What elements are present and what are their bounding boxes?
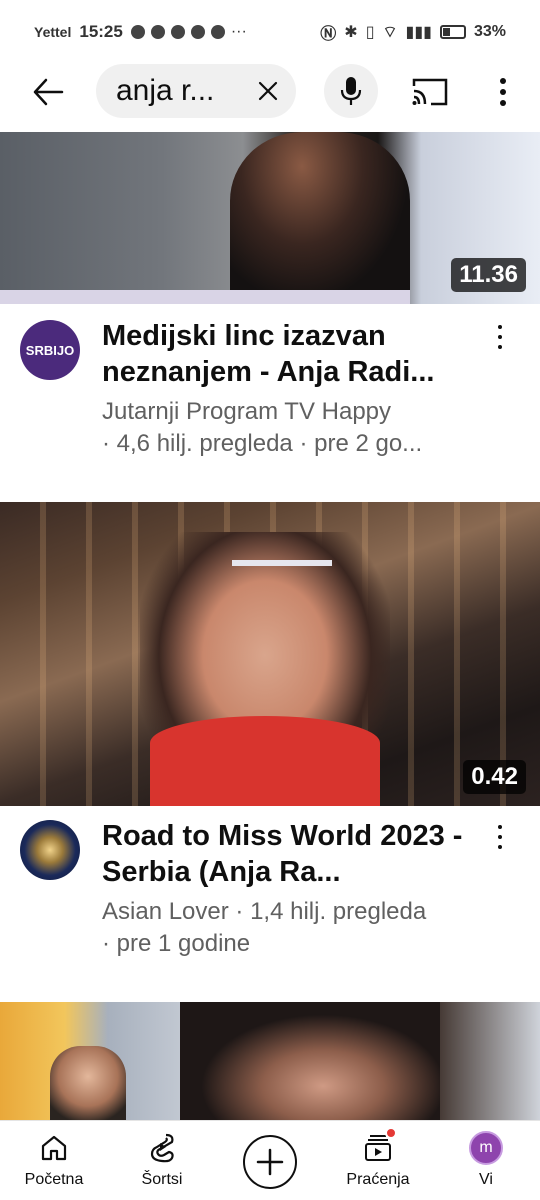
user-avatar-letter: m — [479, 1139, 493, 1156]
thumbnail-dress — [150, 716, 380, 806]
messenger-icon — [170, 25, 185, 39]
video-thumbnail[interactable]: 11.36 — [0, 132, 540, 304]
thumbnail-crown — [232, 510, 332, 566]
battery-icon — [439, 25, 466, 39]
back-button[interactable] — [28, 72, 68, 112]
search-header: anja r... — [0, 64, 540, 122]
mic-icon — [340, 77, 362, 105]
notification-dot — [385, 1127, 397, 1139]
kebab-dot — [498, 835, 502, 839]
nav-you-label: Vi — [479, 1171, 493, 1188]
status-left: Yettel 15:25 ··· — [34, 22, 247, 42]
video-thumbnail[interactable] — [0, 1002, 540, 1122]
carrier-label: Yettel — [34, 24, 72, 40]
bluetooth-icon: ✱ — [344, 24, 358, 41]
status-right: Ⓝ ✱ ▯ ⌔ ▮▮▮ 33% — [320, 20, 506, 44]
create-icon — [256, 1148, 284, 1176]
battery-percent: 33% — [473, 23, 506, 40]
subscriptions-icon — [361, 1127, 397, 1165]
channel-avatar[interactable]: SRBIJO — [20, 320, 80, 380]
bottom-navigation: Početna Šortsi Praćenja m Vi — [0, 1120, 540, 1200]
thumbnail-desk — [0, 290, 410, 304]
thumbnail-person — [230, 132, 410, 304]
nav-you[interactable]: m Vi — [432, 1121, 540, 1200]
channel-avatar[interactable] — [20, 820, 80, 880]
create-button[interactable] — [243, 1135, 297, 1189]
video-title[interactable]: Road to Miss World 2023 - Serbia (Anja R… — [102, 818, 482, 890]
video-title[interactable]: Medijski linc izazvan neznanjem - Anja R… — [102, 318, 482, 390]
signal-icon: ▮▮▮ — [405, 24, 432, 41]
chat-icon — [150, 25, 165, 39]
cast-icon — [412, 78, 448, 106]
video-menu-button[interactable] — [490, 822, 510, 852]
duration-badge: 0.42 — [463, 760, 526, 794]
kebab-dot — [498, 335, 502, 339]
shorts-icon — [145, 1131, 179, 1165]
nav-subscriptions[interactable]: Praćenja — [324, 1121, 432, 1200]
video-menu-button[interactable] — [490, 322, 510, 352]
more-options-button[interactable] — [488, 74, 518, 110]
search-query[interactable]: anja r... — [116, 74, 214, 108]
whatsapp-icon — [130, 25, 145, 39]
status-bar: Yettel 15:25 ··· Ⓝ ✱ ▯ ⌔ ▮▮▮ 33% — [0, 0, 540, 64]
video-meta: SRBIJO Medijski linc izazvan neznanjem -… — [0, 312, 540, 482]
clear-icon — [258, 81, 278, 101]
kebab-dot — [498, 825, 502, 829]
channel-name: Asian Lover · 1,4 hilj. pregleda — [102, 898, 427, 925]
more-notifications-icon: ··· — [230, 23, 247, 40]
back-arrow-icon — [33, 78, 64, 106]
video-subtitle: Asian Lover · 1,4 hilj. pregleda · pre 1… — [102, 896, 502, 960]
kebab-dot — [498, 345, 502, 349]
mail-icon — [210, 25, 225, 39]
clock: 15:25 — [79, 22, 123, 41]
nfc-icon: Ⓝ — [320, 26, 337, 43]
nav-home[interactable]: Početna — [0, 1121, 108, 1200]
video-thumbnail[interactable]: 0.42 — [0, 502, 540, 806]
voice-search-button[interactable] — [324, 64, 378, 118]
video-stats: · pre 1 godine — [102, 930, 251, 957]
vibrate-icon: ▯ — [365, 24, 375, 41]
facebook-icon — [190, 25, 205, 39]
avatar-logo-text: SRBIJO — [25, 342, 75, 358]
kebab-dot — [498, 325, 502, 329]
video-subtitle: Jutarnji Program TV Happy · 4,6 hilj. pr… — [102, 396, 502, 460]
nav-subscriptions-label: Praćenja — [346, 1171, 410, 1188]
more-vert-icon — [500, 78, 506, 106]
wifi-icon: ⌔ — [382, 24, 398, 41]
cast-button[interactable] — [408, 74, 452, 110]
thumbnail-person — [50, 1046, 126, 1122]
thumbnail-person — [180, 1002, 440, 1122]
video-meta: Road to Miss World 2023 - Serbia (Anja R… — [0, 812, 540, 982]
search-box[interactable]: anja r... — [96, 64, 296, 118]
duration-badge: 11.36 — [451, 258, 526, 292]
notification-icons: ··· — [130, 23, 247, 41]
user-avatar: m — [469, 1131, 503, 1165]
video-stats: · 4,6 hilj. pregleda · pre 2 go... — [102, 430, 423, 457]
nav-shorts-label: Šortsi — [141, 1171, 183, 1188]
channel-name: Jutarnji Program TV Happy — [102, 398, 392, 425]
clear-search-button[interactable] — [254, 77, 282, 105]
home-icon — [37, 1131, 71, 1165]
nav-create[interactable] — [216, 1121, 324, 1200]
nav-home-label: Početna — [24, 1171, 84, 1188]
kebab-dot — [498, 845, 502, 849]
nav-shorts[interactable]: Šortsi — [108, 1121, 216, 1200]
